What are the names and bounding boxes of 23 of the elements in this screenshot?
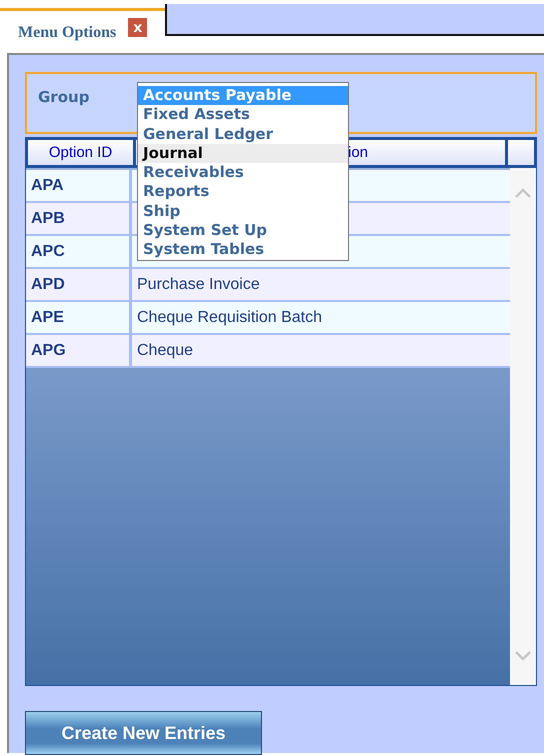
group-label: Group (38, 88, 90, 106)
scroll-up-icon[interactable] (515, 188, 531, 198)
column-header[interactable]: ion (348, 144, 368, 161)
dropdown-option[interactable]: System Tables (138, 240, 348, 260)
dropdown-option[interactable]: Fixed Assets (138, 105, 348, 125)
scroll-down-icon[interactable] (515, 651, 531, 661)
dropdown-option[interactable]: Reports (138, 182, 348, 202)
dropdown-option[interactable]: Receivables (138, 163, 348, 182)
dropdown-list[interactable]: Accounts Payable Fixed Assets General Ledger Journal Receivables Reports Ship System Set Up System Tables (137, 82, 349, 261)
dropdown-option[interactable]: Journal (138, 144, 348, 164)
tab[interactable]: Menu Options x (0, 8, 165, 46)
table-cell-text: Cheque Requisition Batch (136, 308, 324, 328)
table-cell-text: Purchase Invoice (136, 274, 261, 294)
table-cell-text: Cheque (136, 340, 194, 360)
scrollbar[interactable] (510, 168, 536, 685)
close-button[interactable]: x (128, 18, 148, 37)
create-button[interactable]: Create New Entries (25, 711, 262, 755)
dropdown-option[interactable]: System Set Up (138, 221, 348, 240)
dropdown-option[interactable]: General Ledger (138, 124, 348, 144)
dropdown-option[interactable]: Ship (138, 202, 348, 222)
dropdown-option[interactable]: Accounts Payable (138, 86, 348, 106)
table-cell: APG (26, 335, 132, 366)
column-header[interactable]: Option ID (48, 144, 112, 161)
